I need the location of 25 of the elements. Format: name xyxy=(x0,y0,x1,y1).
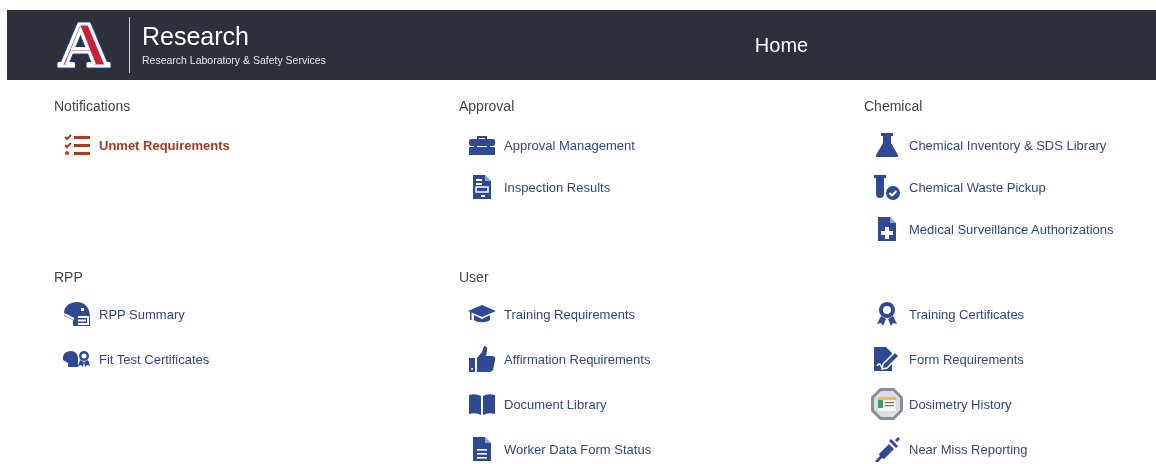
brand-name: Research xyxy=(142,23,250,49)
nav-link[interactable]: Form Requirements xyxy=(909,351,1024,367)
section-heading: Chemical xyxy=(864,98,923,114)
nav-link[interactable]: Chemical Inventory & SDS Library xyxy=(909,137,1107,153)
nav-link[interactable]: Fit Test Certificates xyxy=(99,351,210,367)
nav-link[interactable]: Document Library xyxy=(504,396,607,412)
section-heading: RPP xyxy=(54,269,83,285)
nav-link[interactable]: Near Miss Reporting xyxy=(909,441,1028,457)
nav-link[interactable]: Dosimetry History xyxy=(909,396,1012,412)
nav-link[interactable]: RPP Summary xyxy=(99,306,185,322)
section-heading: Notifications xyxy=(54,98,131,114)
section-heading: User xyxy=(459,269,489,285)
nav-link[interactable]: Worker Data Form Status xyxy=(504,441,652,457)
university-logo: A xyxy=(57,17,111,73)
page-title: Home xyxy=(754,33,809,56)
nav-link[interactable]: Training Certificates xyxy=(909,306,1025,322)
section-heading: Approval xyxy=(459,98,515,114)
nav-link[interactable]: Medical Surveillance Authorizations xyxy=(909,221,1114,237)
nav-link[interactable]: Affirmation Requirements xyxy=(504,351,651,367)
nav-link[interactable]: Inspection Results xyxy=(504,179,611,195)
nav-link[interactable]: Training Requirements xyxy=(504,306,636,322)
nav-link[interactable]: Approval Management xyxy=(504,137,635,153)
brand-subtitle: Research Laboratory & Safety Services xyxy=(142,53,326,67)
nav-link[interactable]: Chemical Waste Pickup xyxy=(909,179,1046,195)
nav-link[interactable]: Unmet Requirements xyxy=(99,137,230,153)
